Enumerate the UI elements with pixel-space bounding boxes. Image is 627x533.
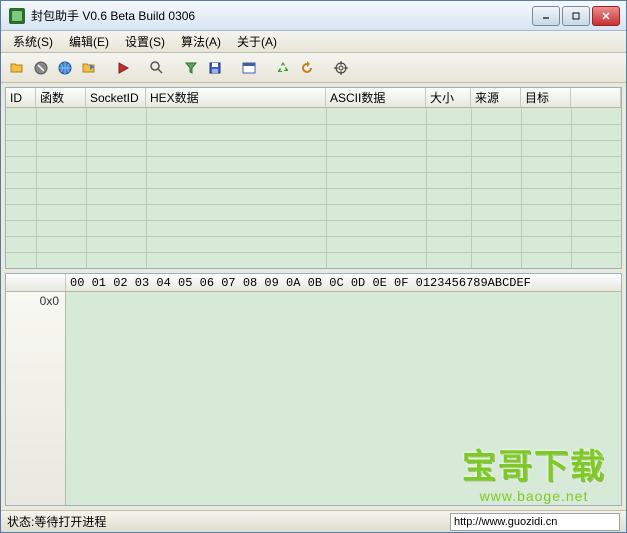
- packet-grid[interactable]: ID 函数 SocketID HEX数据 ASCII数据 大小 来源 目标: [5, 87, 622, 269]
- grid-body[interactable]: [6, 108, 621, 268]
- close-button[interactable]: [592, 6, 620, 26]
- play-icon[interactable]: [113, 58, 133, 78]
- menubar: 系统(S) 编辑(E) 设置(S) 算法(A) 关于(A): [1, 31, 626, 53]
- col-spacer: [571, 88, 621, 107]
- hex-ruler-addr: [6, 274, 66, 291]
- status-url-input[interactable]: [450, 513, 620, 531]
- window-controls: [530, 6, 620, 26]
- statusbar: 状态:等待打开进程: [1, 510, 626, 532]
- app-window: 封包助手 V0.6 Beta Build 0306 系统(S) 编辑(E) 设置…: [0, 0, 627, 533]
- window-title: 封包助手 V0.6 Beta Build 0306: [31, 7, 530, 24]
- save-icon[interactable]: [205, 58, 225, 78]
- col-target[interactable]: 目标: [521, 88, 571, 107]
- col-ascii[interactable]: ASCII数据: [326, 88, 426, 107]
- hex-body[interactable]: 0x0: [6, 292, 621, 505]
- col-hex[interactable]: HEX数据: [146, 88, 326, 107]
- menu-system[interactable]: 系统(S): [5, 31, 61, 52]
- hex-addr-0: 0x0: [6, 294, 59, 308]
- maximize-button[interactable]: [562, 6, 590, 26]
- menu-settings[interactable]: 设置(S): [117, 31, 173, 52]
- window-icon[interactable]: [239, 58, 259, 78]
- titlebar[interactable]: 封包助手 V0.6 Beta Build 0306: [1, 1, 626, 31]
- content-area: ID 函数 SocketID HEX数据 ASCII数据 大小 来源 目标 0: [1, 83, 626, 510]
- app-icon: [9, 8, 25, 24]
- hex-address-column: 0x0: [6, 292, 66, 505]
- col-socketid[interactable]: SocketID: [86, 88, 146, 107]
- hex-data-area[interactable]: [66, 292, 621, 505]
- status-text: 状态:等待打开进程: [7, 513, 450, 530]
- recycle-icon[interactable]: [273, 58, 293, 78]
- send-icon[interactable]: [79, 58, 99, 78]
- search-icon[interactable]: [147, 58, 167, 78]
- menu-algorithm[interactable]: 算法(A): [173, 31, 229, 52]
- hex-viewer[interactable]: 00 01 02 03 04 05 06 07 08 09 0A 0B 0C 0…: [5, 273, 622, 506]
- grid-header: ID 函数 SocketID HEX数据 ASCII数据 大小 来源 目标: [6, 88, 621, 108]
- col-source[interactable]: 来源: [471, 88, 521, 107]
- globe-icon[interactable]: [55, 58, 75, 78]
- folder-open-icon[interactable]: [7, 58, 27, 78]
- menu-about[interactable]: 关于(A): [229, 31, 285, 52]
- target-icon[interactable]: [331, 58, 351, 78]
- col-func[interactable]: 函数: [36, 88, 86, 107]
- filter-icon[interactable]: [181, 58, 201, 78]
- col-id[interactable]: ID: [6, 88, 36, 107]
- col-size[interactable]: 大小: [426, 88, 471, 107]
- menu-edit[interactable]: 编辑(E): [61, 31, 117, 52]
- stop-icon[interactable]: [31, 58, 51, 78]
- minimize-button[interactable]: [532, 6, 560, 26]
- hex-ruler-text: 00 01 02 03 04 05 06 07 08 09 0A 0B 0C 0…: [66, 274, 621, 291]
- refresh-icon[interactable]: [297, 58, 317, 78]
- toolbar: [1, 53, 626, 83]
- hex-ruler: 00 01 02 03 04 05 06 07 08 09 0A 0B 0C 0…: [6, 274, 621, 292]
